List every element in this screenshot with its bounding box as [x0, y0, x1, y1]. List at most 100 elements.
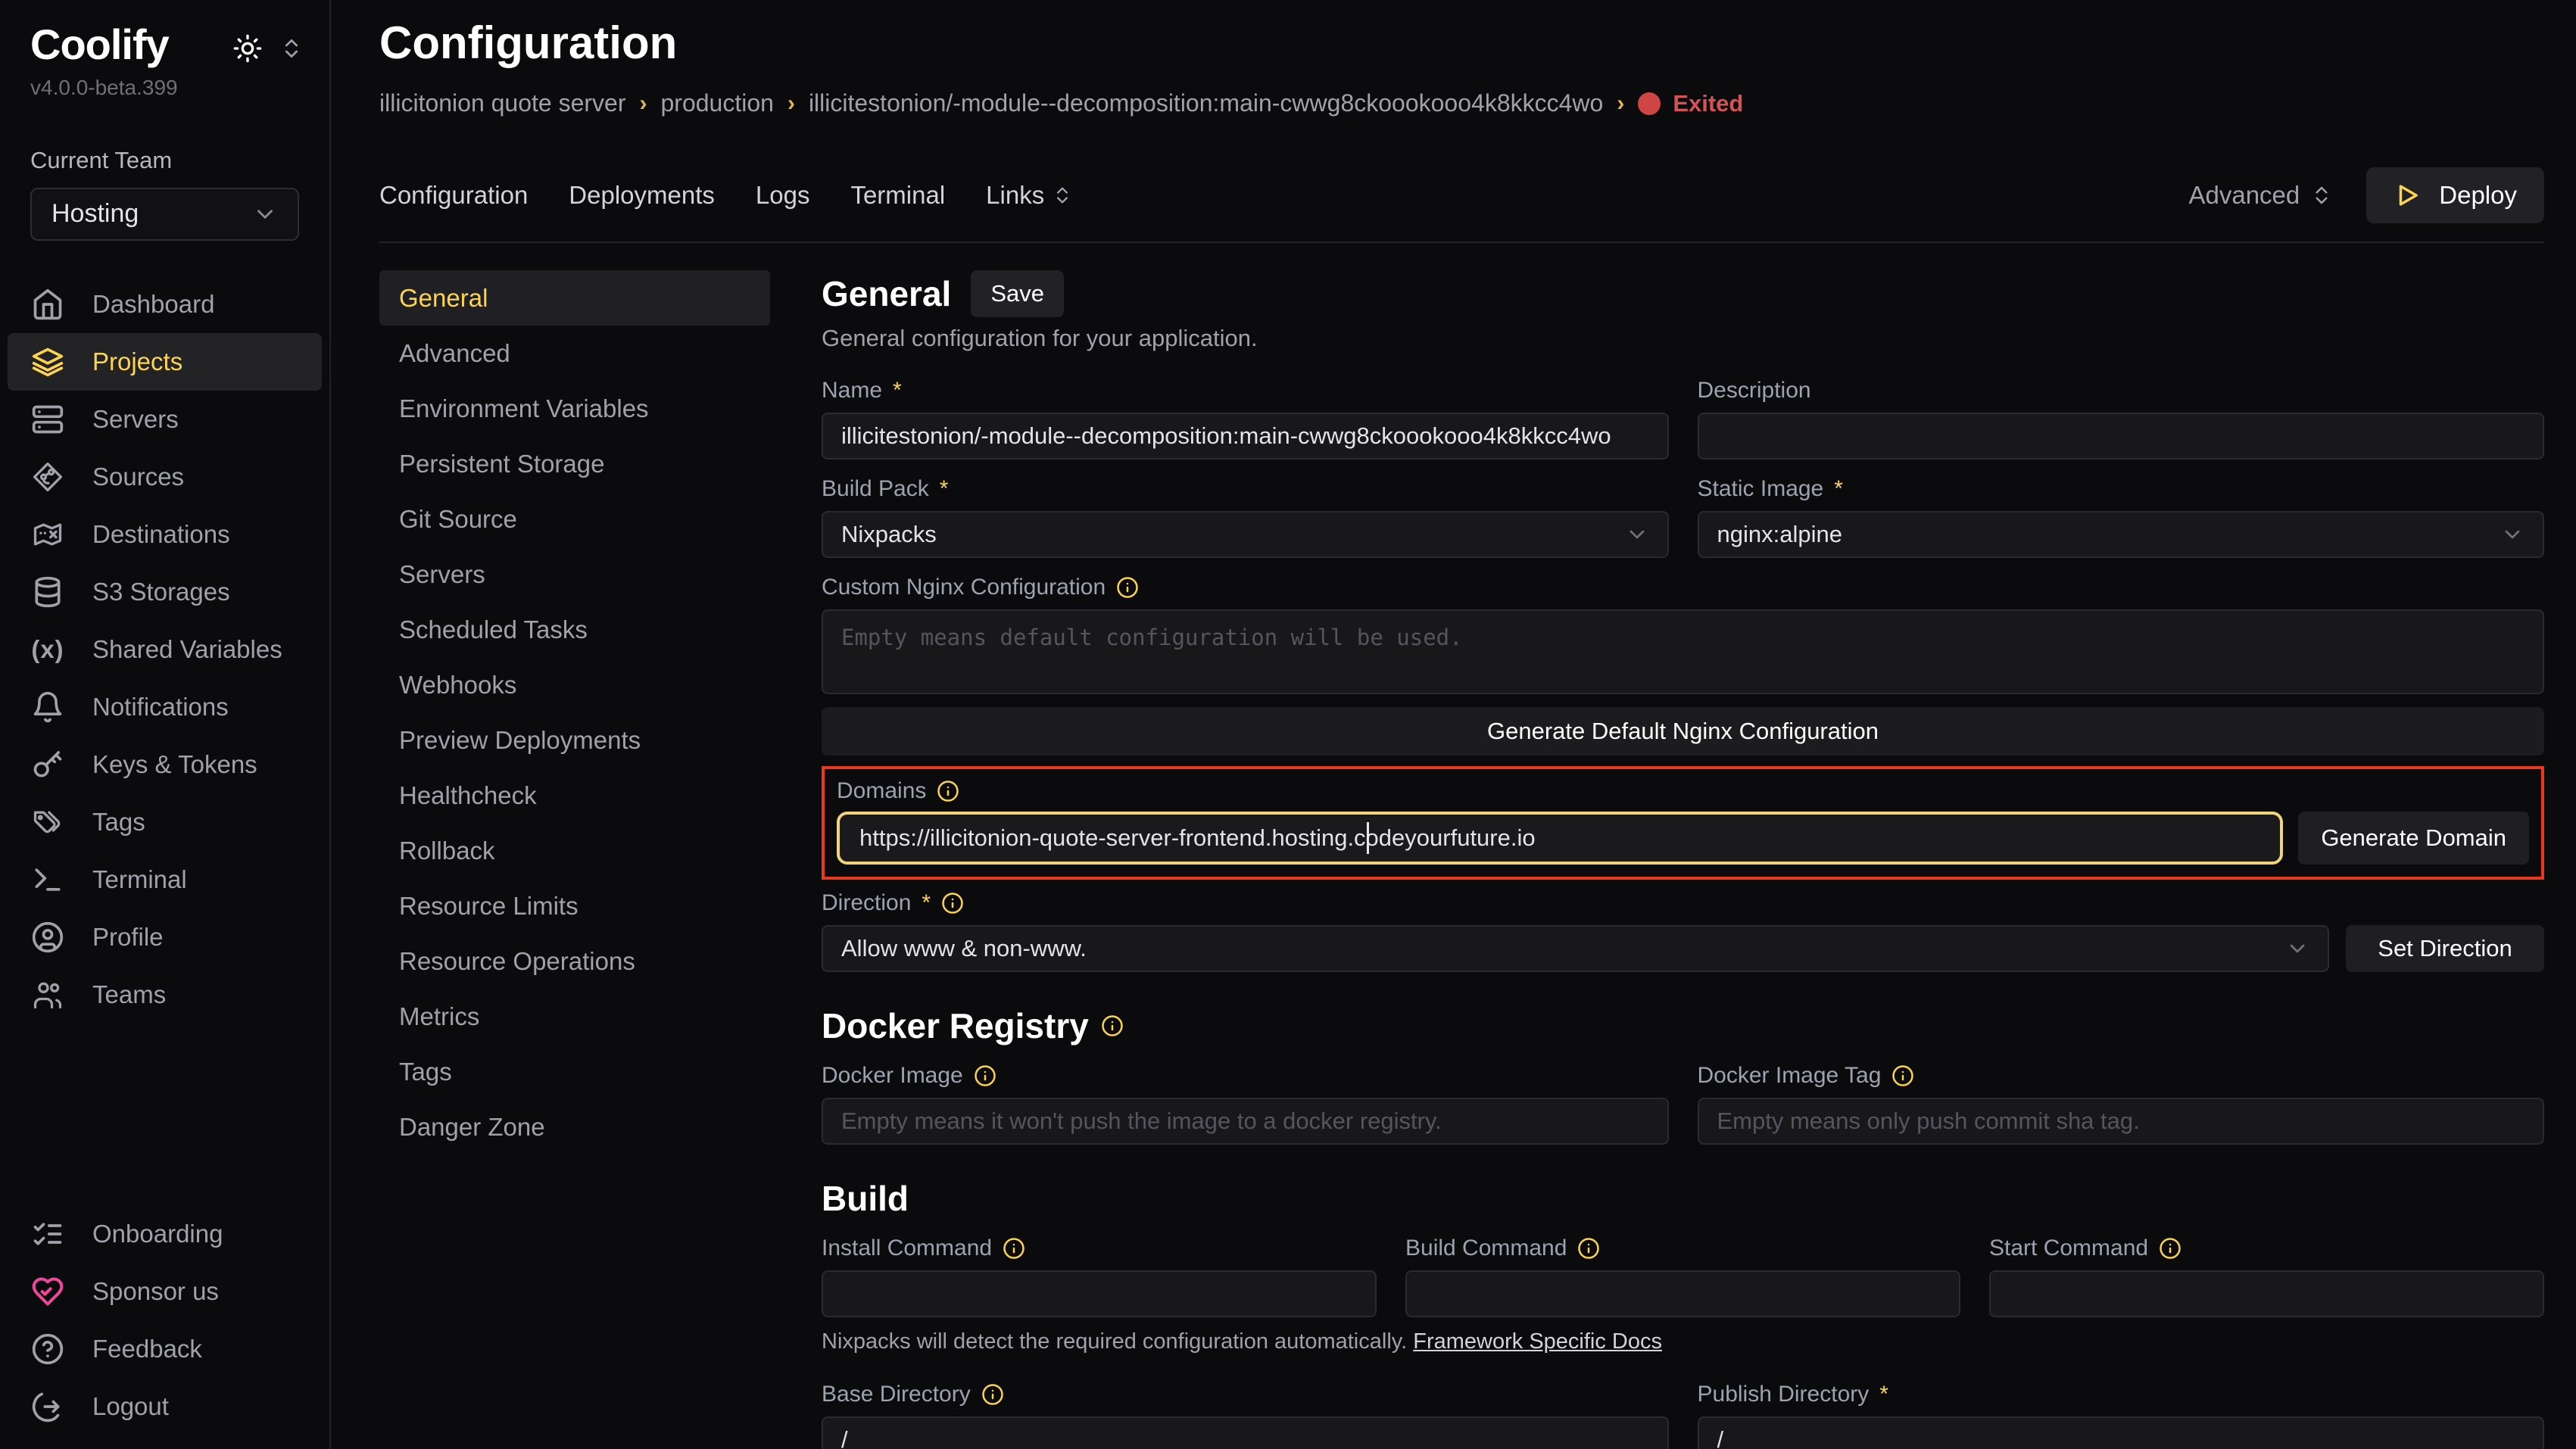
- sidebar-item-keys-tokens[interactable]: Keys & Tokens: [8, 736, 322, 793]
- generate-nginx-button[interactable]: Generate Default Nginx Configuration: [822, 707, 2544, 756]
- breadcrumb-application[interactable]: illicitestonion/-module--decomposition:m…: [809, 89, 1603, 117]
- docker-image-label: Docker Image: [822, 1063, 1669, 1089]
- variable-icon: (x): [30, 632, 65, 667]
- info-icon: [937, 780, 959, 802]
- framework-docs-link[interactable]: Framework Specific Docs: [1413, 1329, 1662, 1354]
- config-item-preview-deployments[interactable]: Preview Deployments: [379, 712, 770, 768]
- start-command-input[interactable]: [1989, 1270, 2544, 1317]
- install-command-input[interactable]: [822, 1270, 1377, 1317]
- domains-input[interactable]: [837, 812, 2283, 865]
- text-cursor: [1367, 822, 1369, 854]
- config-item-metrics[interactable]: Metrics: [379, 989, 770, 1044]
- direction-select[interactable]: Allow www & non-www.: [822, 925, 2329, 972]
- direction-label: Direction*: [822, 890, 2544, 916]
- required-mark: *: [893, 378, 902, 404]
- sidebar-item-tags[interactable]: Tags: [8, 793, 322, 851]
- checklist-icon: [30, 1217, 65, 1251]
- bell-icon: [30, 690, 65, 724]
- config-item-healthcheck[interactable]: Healthcheck: [379, 768, 770, 823]
- tabs-row: Configuration Deployments Logs Terminal …: [379, 167, 2544, 223]
- sidebar-item-destinations[interactable]: Destinations: [8, 506, 322, 563]
- description-label: Description: [1698, 378, 2545, 404]
- set-direction-button[interactable]: Set Direction: [2346, 925, 2544, 972]
- sidebar-item-terminal[interactable]: Terminal: [8, 851, 322, 908]
- sidebar-item-label: Terminal: [92, 865, 187, 894]
- config-item-environment-variables[interactable]: Environment Variables: [379, 381, 770, 436]
- tab-deployments[interactable]: Deployments: [569, 181, 715, 210]
- sidebar-item-feedback[interactable]: Feedback: [8, 1320, 322, 1378]
- build-command-label: Build Command: [1405, 1236, 1960, 1261]
- generate-domain-button[interactable]: Generate Domain: [2298, 812, 2529, 865]
- sidebar-item-onboarding[interactable]: Onboarding: [8, 1205, 322, 1263]
- docker-image-tag-input[interactable]: [1698, 1098, 2545, 1145]
- config-item-general[interactable]: General: [379, 270, 770, 326]
- config-item-tags[interactable]: Tags: [379, 1044, 770, 1099]
- sidebar-item-label: Keys & Tokens: [92, 750, 257, 779]
- sidebar-item-projects[interactable]: Projects: [8, 333, 322, 391]
- publish-directory-input[interactable]: [1698, 1416, 2545, 1449]
- config-item-persistent-storage[interactable]: Persistent Storage: [379, 436, 770, 491]
- chevrons-up-down-icon: [2310, 184, 2333, 207]
- info-icon: [1101, 1014, 1124, 1037]
- advanced-label: Advanced: [2188, 181, 2300, 210]
- config-item-git-source[interactable]: Git Source: [379, 491, 770, 547]
- config-item-resource-limits[interactable]: Resource Limits: [379, 878, 770, 933]
- sidebar-item-label: Teams: [92, 980, 166, 1009]
- theme-sun-icon[interactable]: [232, 33, 263, 64]
- tags-icon: [30, 805, 65, 840]
- config-item-rollback[interactable]: Rollback: [379, 823, 770, 878]
- config-item-servers[interactable]: Servers: [379, 547, 770, 602]
- tab-configuration[interactable]: Configuration: [379, 181, 528, 210]
- sidebar-item-teams[interactable]: Teams: [8, 966, 322, 1024]
- config-item-scheduled-tasks[interactable]: Scheduled Tasks: [379, 602, 770, 657]
- static-image-select[interactable]: nginx:alpine: [1698, 511, 2545, 558]
- heart-icon: [30, 1274, 65, 1309]
- section-heading-docker-registry: Docker Registry: [822, 1005, 2544, 1046]
- team-select[interactable]: Hosting: [30, 188, 299, 241]
- base-directory-input[interactable]: [822, 1416, 1669, 1449]
- build-pack-select[interactable]: Nixpacks: [822, 511, 1669, 558]
- sidebar-item-notifications[interactable]: Notifications: [8, 678, 322, 736]
- start-command-label: Start Command: [1989, 1236, 2544, 1261]
- deploy-label: Deploy: [2439, 181, 2517, 210]
- status-badge: Exited: [1638, 90, 1743, 117]
- info-icon: [1116, 576, 1139, 599]
- sidebar-item-shared-variables[interactable]: (x) Shared Variables: [8, 621, 322, 678]
- custom-nginx-textarea[interactable]: [822, 609, 2544, 694]
- sidebar-item-label: Profile: [92, 923, 164, 952]
- sidebar-item-logout[interactable]: Logout: [8, 1378, 322, 1435]
- tab-links[interactable]: Links: [986, 181, 1073, 210]
- config-item-advanced[interactable]: Advanced: [379, 326, 770, 381]
- sidebar-item-label: Logout: [92, 1392, 169, 1421]
- play-icon: [2394, 181, 2422, 210]
- version-switcher-icon[interactable]: [279, 36, 304, 61]
- breadcrumb-project[interactable]: illicitonion quote server: [379, 89, 626, 117]
- sidebar-footer: Onboarding Sponsor us Feedback Logout: [0, 1205, 329, 1435]
- sidebar-item-dashboard[interactable]: Dashboard: [8, 276, 322, 333]
- save-button[interactable]: Save: [971, 270, 1064, 317]
- sidebar-item-sources[interactable]: Sources: [8, 448, 322, 506]
- name-input[interactable]: [822, 413, 1669, 460]
- domains-highlight-box: Domains Generate Domain: [822, 766, 2544, 880]
- deploy-button[interactable]: Deploy: [2366, 167, 2544, 223]
- tabs: Configuration Deployments Logs Terminal …: [379, 181, 1073, 210]
- sidebar-item-profile[interactable]: Profile: [8, 908, 322, 966]
- tab-logs[interactable]: Logs: [756, 181, 810, 210]
- description-input[interactable]: [1698, 413, 2545, 460]
- publish-directory-label: Publish Directory*: [1698, 1382, 2545, 1407]
- config-item-resource-operations[interactable]: Resource Operations: [379, 933, 770, 989]
- direction-value: Allow www & non-www.: [841, 935, 1087, 962]
- config-item-danger-zone[interactable]: Danger Zone: [379, 1099, 770, 1155]
- build-command-input[interactable]: [1405, 1270, 1960, 1317]
- advanced-selector[interactable]: Advanced: [2188, 181, 2333, 210]
- config-item-webhooks[interactable]: Webhooks: [379, 657, 770, 712]
- docker-image-input[interactable]: [822, 1098, 1669, 1145]
- build-pack-value: Nixpacks: [841, 521, 937, 548]
- sidebar-item-s3-storages[interactable]: S3 Storages: [8, 563, 322, 621]
- breadcrumb-environment[interactable]: production: [661, 89, 774, 117]
- tab-terminal[interactable]: Terminal: [850, 181, 945, 210]
- sidebar-item-label: Projects: [92, 347, 182, 376]
- sidebar-item-servers[interactable]: Servers: [8, 391, 322, 448]
- sidebar-item-sponsor[interactable]: Sponsor us: [8, 1263, 322, 1320]
- static-image-value: nginx:alpine: [1717, 521, 1842, 548]
